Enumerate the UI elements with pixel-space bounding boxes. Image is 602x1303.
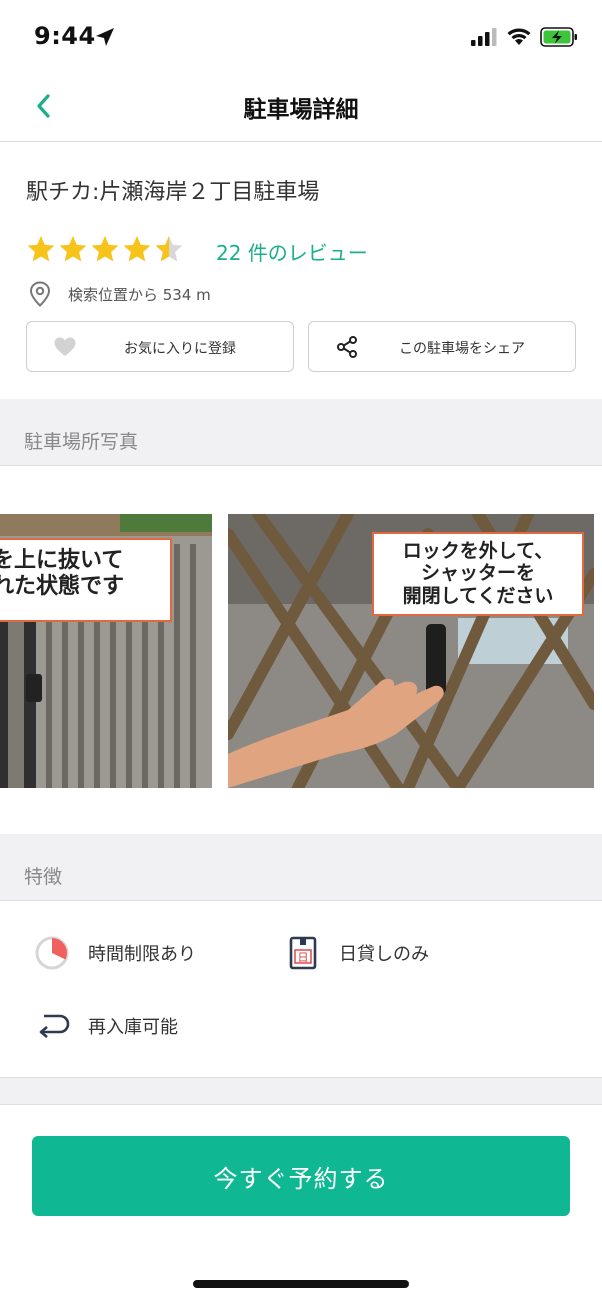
photo-1-caption-line: れた状態です — [0, 573, 125, 599]
time-limit-pie-icon — [35, 936, 69, 970]
page-title: 駐車場詳細 — [243, 97, 359, 123]
favorite-button-label: お気に入りに登録 — [124, 341, 236, 357]
share-button-label: この駐車場をシェア — [399, 341, 525, 357]
feature-time-limit-label: 時間制限あり — [88, 944, 196, 965]
status-bar: 9:44 — [0, 0, 602, 72]
star-full-icon — [59, 235, 87, 262]
battery-charging-icon — [540, 27, 577, 47]
map-pin-icon — [29, 281, 51, 307]
reserve-now-label: 今すぐ予約する — [213, 1164, 389, 1193]
photos-section-title: 駐車場所写真 — [24, 431, 139, 453]
feature-time-limit: 時間制限あり — [34, 935, 196, 971]
return-arrow-icon — [39, 1014, 70, 1038]
parking-photo-1[interactable]: を上に抜いて れた状態です — [0, 514, 212, 788]
photo-1-caption-line: を上に抜いて — [0, 548, 124, 573]
feature-reentry-label: 再入庫可能 — [88, 1017, 178, 1038]
favorite-button[interactable]: お気に入りに登録 — [26, 321, 294, 372]
cellular-signal-icon — [471, 28, 497, 46]
home-indicator — [193, 1280, 409, 1288]
share-button[interactable]: この駐車場をシェア — [308, 321, 576, 372]
star-full-icon — [123, 235, 151, 262]
review-count-link[interactable]: 22 件のレビュー — [216, 237, 368, 266]
reserve-now-button[interactable]: 今すぐ予約する — [32, 1136, 570, 1216]
status-time: 9:44 — [34, 22, 96, 50]
star-half-icon — [155, 235, 183, 262]
photo-1-caption: を上に抜いて れた状態です — [0, 538, 172, 622]
photo-2-caption-line: 開閉してください — [402, 584, 554, 607]
features-section-title: 特徴 — [24, 866, 63, 888]
photos-section-header: 駐車場所写真 — [0, 399, 602, 466]
section-divider — [0, 1077, 602, 1105]
photo-2-caption-line: ロックを外して、 — [402, 540, 554, 562]
location-arrow-icon — [96, 28, 114, 46]
photo-2-caption: ロックを外して、 シャッターを 開閉してください — [372, 532, 584, 616]
feature-daily-only: 日 日貸しのみ — [285, 935, 429, 971]
distance-text: 検索位置から 534 m — [68, 286, 211, 304]
features-section-header: 特徴 — [0, 834, 602, 901]
star-full-icon — [27, 235, 55, 262]
star-full-icon — [91, 235, 119, 262]
rating-stars — [26, 234, 184, 264]
parking-lot-name: 駅チカ:片瀬海岸２丁目駐車場 — [26, 180, 320, 205]
calendar-day-badge: 日 — [298, 951, 309, 964]
photo-2-caption-line: シャッターを — [420, 562, 535, 585]
feature-reentry: 再入庫可能 — [34, 1008, 178, 1044]
wifi-icon — [507, 28, 531, 45]
parking-photo-2[interactable]: ロックを外して、 シャッターを 開閉してください — [228, 514, 594, 788]
nav-header: 駐車場詳細 — [0, 72, 602, 142]
calendar-day-icon: 日 — [289, 936, 317, 970]
feature-daily-only-label: 日貸しのみ — [339, 944, 429, 965]
